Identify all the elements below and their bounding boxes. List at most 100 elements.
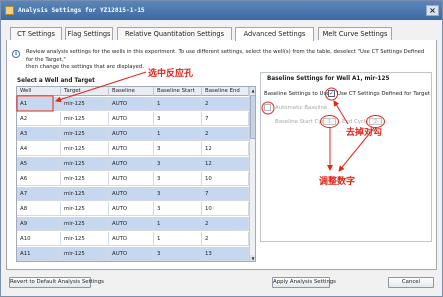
cell-baseline-end[interactable]: 7	[202, 187, 249, 201]
scroll-up-arrow-icon[interactable]: ▲	[250, 87, 255, 94]
cell-baseline[interactable]: AUTO	[109, 112, 154, 126]
cell-baseline-end[interactable]: 13	[202, 247, 249, 261]
cell-baseline-end[interactable]: 7	[202, 112, 249, 126]
cell-well[interactable]: A6	[17, 172, 61, 186]
cell-baseline-end[interactable]: 10	[202, 172, 249, 186]
cell-well[interactable]: A5	[17, 157, 61, 171]
cell-well[interactable]: A4	[17, 142, 61, 156]
cell-baseline[interactable]: AUTO	[109, 247, 154, 261]
table-scrollbar[interactable]: ▲ ▼	[249, 87, 255, 261]
cell-baseline-start[interactable]: 3	[154, 202, 202, 216]
cell-baseline[interactable]: AUTO	[109, 217, 154, 231]
column-header-target[interactable]: Target	[61, 87, 109, 96]
cell-baseline-start[interactable]: 3	[154, 247, 202, 261]
cell-target[interactable]: mir-125	[61, 232, 109, 246]
cell-baseline-start[interactable]: 1	[154, 217, 202, 231]
cell-baseline-end[interactable]: 12	[202, 157, 249, 171]
cell-well[interactable]: A9	[17, 217, 61, 231]
use-ct-settings-checkbox[interactable]: ✓	[328, 90, 335, 97]
cell-target[interactable]: mir-125	[61, 247, 109, 261]
cancel-button[interactable]: Cancel	[388, 277, 434, 288]
app-icon	[5, 6, 14, 15]
cell-well[interactable]: A1	[17, 97, 61, 111]
cell-well[interactable]: A10	[17, 232, 61, 246]
cell-baseline[interactable]: AUTO	[109, 157, 154, 171]
close-icon[interactable]: ×	[426, 5, 439, 16]
cell-baseline[interactable]: AUTO	[109, 127, 154, 141]
cell-baseline-start[interactable]: 1	[154, 127, 202, 141]
window-title: Analysis Settings for YZ12815-1-15	[18, 7, 145, 14]
cell-well[interactable]: A8	[17, 202, 61, 216]
table-row[interactable]: A4 mir-125 AUTO 3 12	[17, 142, 249, 156]
cell-target[interactable]: mir-125	[61, 142, 109, 156]
baseline-settings-group	[260, 72, 432, 242]
tab-melt-curve-settings[interactable]: Melt Curve Settings	[318, 27, 392, 40]
tab-advanced-settings[interactable]: Advanced Settings	[235, 27, 314, 41]
cell-target[interactable]: mir-125	[61, 172, 109, 186]
table-row[interactable]: A10 mir-125 AUTO 1 2	[17, 232, 249, 246]
table-row[interactable]: A9 mir-125 AUTO 1 2	[17, 217, 249, 231]
cell-baseline-end[interactable]: 12	[202, 142, 249, 156]
column-header-baseline-start[interactable]: Baseline Start	[154, 87, 202, 96]
cell-baseline-start[interactable]: 3	[154, 142, 202, 156]
cell-baseline-start[interactable]: 3	[154, 112, 202, 126]
cell-target[interactable]: mir-125	[61, 97, 109, 111]
column-header-baseline-end[interactable]: Baseline End	[202, 87, 249, 96]
cell-baseline-start[interactable]: 1	[154, 97, 202, 111]
baseline-start-cycle-label: Baseline Start Cycle	[275, 119, 330, 125]
end-cycle-stepper[interactable]: 2	[369, 118, 382, 125]
table-row[interactable]: A3 mir-125 AUTO 1 2	[17, 127, 249, 141]
settings-tabs: CT Settings Flag Settings Relative Quant…	[6, 27, 437, 41]
cell-baseline[interactable]: AUTO	[109, 187, 154, 201]
table-row[interactable]: A2 mir-125 AUTO 3 7	[17, 112, 249, 126]
cell-target[interactable]: mir-125	[61, 187, 109, 201]
apply-analysis-settings-button[interactable]: Apply Analysis Settings	[272, 277, 336, 288]
cell-baseline-end[interactable]: 2	[202, 97, 249, 111]
cell-well[interactable]: A7	[17, 187, 61, 201]
table-row[interactable]: A1 mir-125 AUTO 1 2	[17, 97, 249, 111]
cell-well[interactable]: A3	[17, 127, 61, 141]
info-line-2: then change the settings that are displa…	[26, 64, 144, 71]
cell-target[interactable]: mir-125	[61, 157, 109, 171]
cell-well[interactable]: A11	[17, 247, 61, 261]
table-row[interactable]: A5 mir-125 AUTO 3 12	[17, 157, 249, 171]
scroll-down-arrow-icon[interactable]: ▼	[250, 255, 255, 261]
table-row[interactable]: A11 mir-125 AUTO 3 13	[17, 247, 249, 261]
cell-baseline[interactable]: AUTO	[109, 142, 154, 156]
tab-ct-settings[interactable]: CT Settings	[10, 27, 62, 40]
cell-baseline-start[interactable]: 1	[154, 232, 202, 246]
tab-flag-settings[interactable]: Flag Settings	[65, 27, 113, 40]
info-line-1: Review analysis settings for the wells i…	[26, 49, 425, 63]
column-header-baseline[interactable]: Baseline	[109, 87, 154, 96]
table-section-title: Select a Well and Target	[17, 78, 95, 84]
cell-baseline[interactable]: AUTO	[109, 97, 154, 111]
cell-baseline-start[interactable]: 3	[154, 187, 202, 201]
cell-baseline[interactable]: AUTO	[109, 232, 154, 246]
well-target-table: Well Target Baseline Baseline Start Base…	[16, 86, 256, 262]
table-row[interactable]: A6 mir-125 AUTO 3 10	[17, 172, 249, 186]
column-header-well[interactable]: Well	[17, 87, 61, 96]
cell-baseline-start[interactable]: 3	[154, 172, 202, 186]
cell-well[interactable]: A2	[17, 112, 61, 126]
scroll-thumb[interactable]	[250, 95, 255, 139]
cell-target[interactable]: mir-125	[61, 217, 109, 231]
cell-target[interactable]: mir-125	[61, 112, 109, 126]
automatic-baseline-checkbox[interactable]	[264, 104, 271, 111]
baseline-start-cycle-stepper[interactable]: 1	[323, 118, 336, 125]
cell-baseline-end[interactable]: 2	[202, 127, 249, 141]
cell-baseline-end[interactable]: 2	[202, 232, 249, 246]
cell-target[interactable]: mir-125	[61, 202, 109, 216]
table-header: Well Target Baseline Baseline Start Base…	[17, 87, 249, 96]
tab-relative-quantitation-settings[interactable]: Relative Quantitation Settings	[117, 27, 232, 40]
cell-baseline-end[interactable]: 2	[202, 217, 249, 231]
cell-baseline[interactable]: AUTO	[109, 172, 154, 186]
baseline-settings-title: Baseline Settings for Well A1, mir-125	[267, 76, 390, 82]
cell-baseline-end[interactable]: 10	[202, 202, 249, 216]
cell-target[interactable]: mir-125	[61, 127, 109, 141]
cell-baseline[interactable]: AUTO	[109, 202, 154, 216]
table-row[interactable]: A7 mir-125 AUTO 3 7	[17, 187, 249, 201]
cell-baseline-start[interactable]: 3	[154, 157, 202, 171]
table-row[interactable]: A8 mir-125 AUTO 3 10	[17, 202, 249, 216]
revert-to-default-button[interactable]: Revert to Default Analysis Settings	[9, 277, 104, 288]
info-message: Review analysis settings for the wells i…	[26, 49, 426, 72]
